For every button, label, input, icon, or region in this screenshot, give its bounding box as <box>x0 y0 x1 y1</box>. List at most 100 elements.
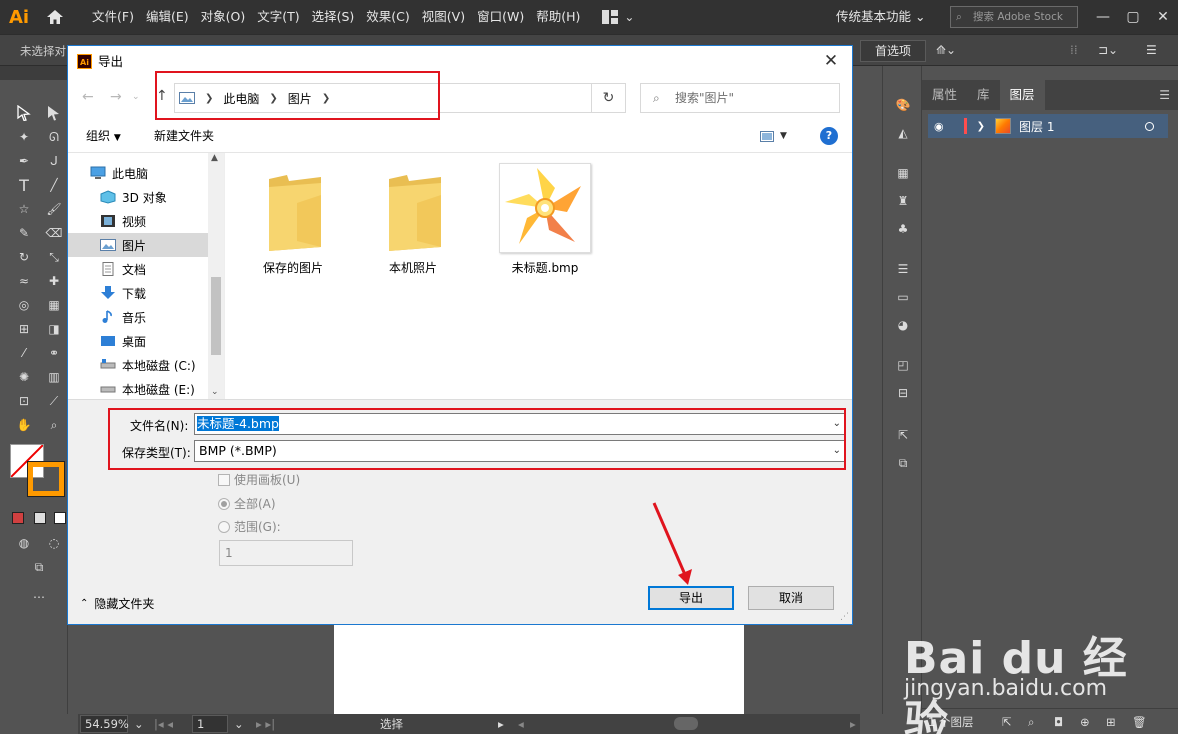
use-artboards-checkbox[interactable]: 使用画板(U) <box>218 471 300 488</box>
scale-tool-icon[interactable]: ⤡ <box>43 246 65 268</box>
tab-libraries[interactable]: 库 <box>967 80 1000 110</box>
menu-type[interactable]: 文字(T) <box>251 0 305 34</box>
trash-icon[interactable]: 🗑 <box>1132 709 1147 734</box>
page-dropdown-icon[interactable]: ⌄ <box>234 714 244 734</box>
recent-dropdown-icon[interactable]: ⌄ <box>132 92 140 102</box>
nav-item-drive-c[interactable]: 本地磁盘 (C:) <box>68 353 208 377</box>
nav-item-music[interactable]: 音乐 <box>68 305 208 329</box>
appearance-icon[interactable]: ◰ <box>892 354 914 376</box>
nav-scrollbar[interactable]: ▲ ⌄ <box>208 153 224 399</box>
eraser-icon[interactable]: ⌫ <box>43 222 65 244</box>
brushes-icon[interactable]: ♜ <box>892 190 914 212</box>
nav-item-documents[interactable]: 文档 <box>68 257 208 281</box>
gradient-tool-icon[interactable]: ◨ <box>43 318 65 340</box>
nav-item-downloads[interactable]: 下载 <box>68 281 208 305</box>
draw-behind-icon[interactable]: ◌ <box>43 532 65 554</box>
rotate-tool-icon[interactable]: ↻ <box>13 246 35 268</box>
none-mode-icon[interactable] <box>54 512 66 524</box>
perspective-grid-icon[interactable]: ▦ <box>43 294 65 316</box>
scroll-down-icon[interactable]: ⌄ <box>211 387 219 397</box>
blend-tool-icon[interactable]: ⚭ <box>43 342 65 364</box>
resize-grip-icon[interactable]: ⋰ <box>840 612 849 622</box>
organize-button[interactable]: 组织 ▼ <box>86 119 121 155</box>
shaper-tool-icon[interactable]: ✎ <box>13 222 35 244</box>
filename-history-dropdown-icon[interactable]: ⌄ <box>833 414 841 434</box>
folder-search-input[interactable]: ⌕ 搜索"图片" <box>640 83 840 113</box>
scroll-up-icon[interactable]: ▲ <box>211 153 218 163</box>
file-item-saved-pictures[interactable]: 保存的图片 <box>241 161 345 281</box>
range-radio[interactable]: 范围(G): <box>218 518 281 535</box>
home-icon[interactable] <box>38 0 72 34</box>
tab-layers[interactable]: 图层 <box>999 80 1045 110</box>
selection-tool-icon[interactable] <box>13 102 35 124</box>
stroke-panel-icon[interactable]: ☰ <box>892 258 914 280</box>
file-item-camera-roll[interactable]: 本机照片 <box>361 161 465 281</box>
align-icon[interactable]: ⁞⁞ <box>1070 43 1078 57</box>
arrange-documents-button[interactable]: ⌄ <box>602 10 634 24</box>
preferences-button[interactable]: 首选项 <box>860 40 926 62</box>
target-icon[interactable] <box>1145 121 1154 131</box>
close-icon[interactable]: ✕ <box>816 46 846 77</box>
dialog-title-bar[interactable]: Ai 导出 ✕ <box>68 46 852 77</box>
close-window-icon[interactable]: ✕ <box>1146 0 1178 34</box>
menu-help[interactable]: 帮助(H) <box>530 0 586 34</box>
direct-selection-tool-icon[interactable] <box>43 102 65 124</box>
stock-search-input[interactable]: ⌕ 搜索 Adobe Stock <box>950 6 1078 28</box>
gradient-panel-icon[interactable]: ▭ <box>892 286 914 308</box>
breadcrumb-pictures[interactable]: 图片 <box>288 90 312 107</box>
menu-view[interactable]: 视图(V) <box>416 0 471 34</box>
magic-wand-icon[interactable]: ✦ <box>13 126 35 148</box>
nav-item-this-pc[interactable]: 此电脑 <box>68 161 208 185</box>
status-menu-icon[interactable]: ▸ <box>498 714 504 734</box>
tools-panel-header[interactable] <box>0 66 68 80</box>
line-tool-icon[interactable]: ╱ <box>43 174 65 196</box>
help-icon[interactable]: ? <box>820 127 838 145</box>
next-page-icon[interactable]: ▸ ▸| <box>256 714 275 734</box>
transform-icon[interactable]: ⊐⌄ <box>1098 43 1118 57</box>
maximize-icon[interactable]: ▢ <box>1116 0 1150 34</box>
nav-item-pictures[interactable]: 图片 <box>68 233 208 257</box>
menu-select[interactable]: 选择(S) <box>306 0 361 34</box>
minimize-icon[interactable]: — <box>1086 0 1120 34</box>
stroke-swatch[interactable] <box>27 461 65 497</box>
artboards-panel-icon[interactable]: ⧉ <box>892 452 914 474</box>
draw-mode-icon[interactable]: ◍ <box>13 532 35 554</box>
page-number[interactable]: 1 <box>192 715 228 733</box>
graphic-styles-icon[interactable]: ⊟ <box>892 382 914 404</box>
up-arrow-icon[interactable]: ↑ <box>156 88 168 104</box>
artboard[interactable] <box>334 622 744 714</box>
curvature-tool-icon[interactable]: ᒍ <box>43 150 65 172</box>
workspace-switcher[interactable]: 传统基本功能 ⌄ <box>836 0 925 34</box>
menu-object[interactable]: 对象(O) <box>195 0 252 34</box>
visibility-eye-icon[interactable]: ◉ <box>934 120 944 133</box>
color-mode-icon[interactable] <box>12 512 24 524</box>
nav-item-drive-e[interactable]: 本地磁盘 (E:) <box>68 377 208 401</box>
nav-item-desktop[interactable]: 桌面 <box>68 329 208 353</box>
address-bar[interactable]: ❯ 此电脑 ❯ 图片 ❯ ⌄ <box>174 83 685 113</box>
layer-row[interactable]: ◉ ❯ 图层 1 <box>928 114 1168 138</box>
refresh-icon[interactable]: ↻ <box>592 83 626 113</box>
panel-menu-icon[interactable]: ☰ <box>1159 80 1170 110</box>
zoom-level[interactable]: 54.59% <box>80 715 129 733</box>
forward-arrow-icon[interactable]: → <box>110 89 122 105</box>
export-assets-icon[interactable]: ⇱ <box>892 424 914 446</box>
nav-item-3d-objects[interactable]: 3D 对象 <box>68 185 208 209</box>
hand-tool-icon[interactable]: ✋ <box>13 414 35 436</box>
color-panel-icon[interactable]: 🎨 <box>892 94 914 116</box>
tab-properties[interactable]: 属性 <box>922 80 967 110</box>
file-item-untitled-bmp[interactable]: 未标题.bmp <box>487 161 591 281</box>
first-page-icon[interactable]: |◂ ◂ <box>154 714 173 734</box>
change-view-button[interactable]: ▼ <box>760 129 792 143</box>
back-arrow-icon[interactable]: ← <box>82 89 94 105</box>
menu-file[interactable]: 文件(F) <box>86 0 140 34</box>
all-artboards-radio[interactable]: 全部(A) <box>218 495 276 512</box>
transparency-icon[interactable]: ◕ <box>892 314 914 336</box>
gradient-mode-icon[interactable] <box>34 512 46 524</box>
nav-item-videos[interactable]: 视频 <box>68 209 208 233</box>
star-tool-icon[interactable]: ☆ <box>13 198 35 220</box>
range-input[interactable]: 1 <box>219 540 353 566</box>
puppet-warp-icon[interactable]: ✚ <box>43 270 65 292</box>
pen-tool-icon[interactable]: ✒ <box>13 150 35 172</box>
color-guide-icon[interactable]: ◭ <box>892 122 914 144</box>
horizontal-scroll-thumb[interactable] <box>674 717 698 730</box>
